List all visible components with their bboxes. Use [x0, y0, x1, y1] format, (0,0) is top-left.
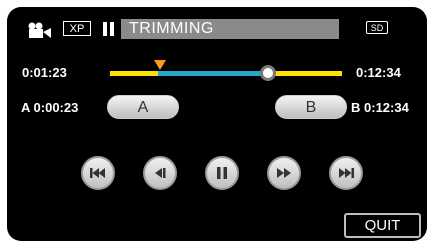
playhead-knob[interactable] [260, 65, 276, 81]
page-title: TRIMMING [121, 19, 339, 39]
step-back-icon [155, 168, 166, 178]
pause-icon [217, 167, 227, 179]
b-point-display: B 0:12:34 [351, 100, 409, 116]
video-camera-icon [28, 22, 51, 38]
b-point-time: 0:12:34 [364, 100, 409, 115]
skip-forward-icon [339, 168, 354, 178]
trimming-screen: XP TRIMMING SD 0:01:23 0:12:34 A 0:00:23… [7, 7, 427, 241]
step-back-button[interactable] [143, 156, 177, 190]
quit-button[interactable]: QUIT [344, 213, 421, 238]
a-point-display: A 0:00:23 [21, 100, 78, 116]
track-after-end [269, 71, 342, 76]
set-b-point-button[interactable]: B [275, 95, 347, 119]
skip-back-button[interactable] [81, 156, 115, 190]
skip-back-icon [90, 168, 105, 178]
skip-forward-button[interactable] [329, 156, 363, 190]
a-point-label: A [21, 100, 30, 115]
fast-forward-button[interactable] [267, 156, 301, 190]
b-point-label: B [351, 100, 361, 115]
track-before-start [110, 71, 158, 76]
pause-button[interactable] [205, 156, 239, 190]
header-bar: XP TRIMMING SD [27, 19, 399, 39]
a-point-time: 0:00:23 [33, 100, 79, 115]
timeline-track[interactable] [110, 71, 342, 77]
fast-forward-icon [277, 168, 291, 178]
track-selected-range [158, 71, 269, 76]
recording-mode-badge: XP [63, 21, 91, 36]
set-a-point-button[interactable]: A [107, 95, 179, 119]
pause-status-icon [103, 22, 115, 36]
start-point-marker[interactable] [154, 60, 166, 70]
total-time: 0:12:34 [356, 65, 401, 80]
sd-card-icon: SD [366, 21, 388, 34]
current-time: 0:01:23 [22, 65, 67, 80]
